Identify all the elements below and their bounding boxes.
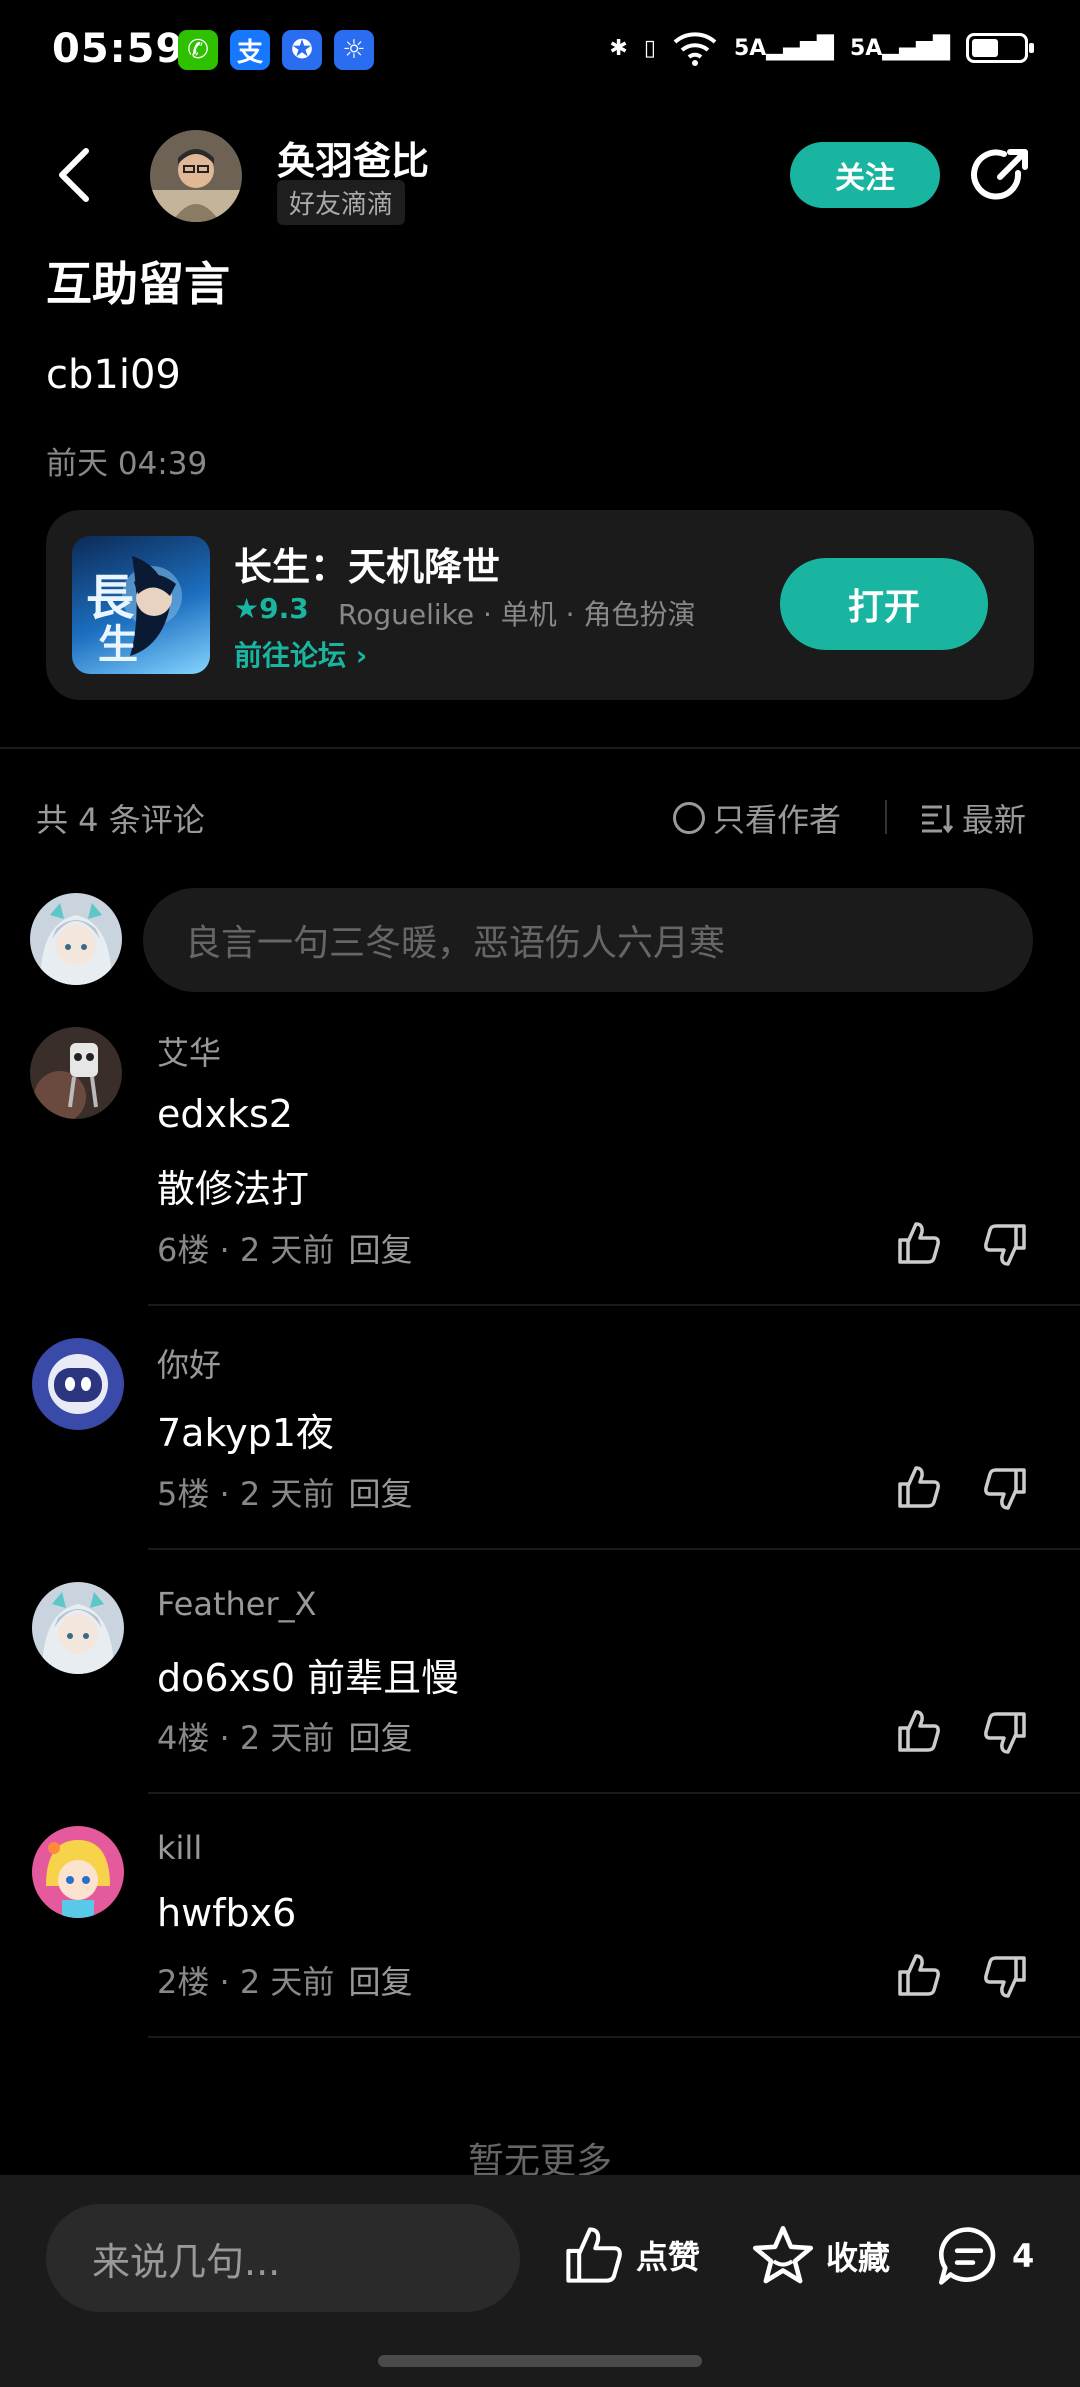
bottom-comment-input[interactable]: 来说几句... (46, 2204, 520, 2312)
sort-toggle[interactable]: 最新 (920, 795, 1026, 841)
bulb-app-icon: ☼ (334, 30, 374, 70)
comment-floor: 4楼 (157, 1719, 210, 1757)
battery-icon (966, 33, 1034, 63)
signal-2-icon: 5A▂▄▆█ (849, 35, 950, 61)
thumbs-down-icon[interactable] (982, 1466, 1028, 1512)
status-right: ✱ ▯ 5A▂▄▆█ 5A▂▄▆█ (609, 30, 1034, 66)
post-time: 前天 04:39 (46, 446, 208, 482)
comment-meta: 4楼 · 2 天前 回复 (157, 1719, 413, 1757)
only-author-label: 只看作者 (713, 801, 842, 839)
thumbs-down-icon[interactable] (982, 1954, 1028, 2000)
status-time: 05:59 (52, 26, 185, 72)
signal-1-icon: 5A▂▄▆█ (733, 35, 834, 61)
wechat-icon: ✆ (178, 30, 218, 70)
comment-divider (148, 1792, 1080, 1794)
svg-text:生: 生 (98, 621, 138, 668)
comment-user[interactable]: Feather_X (157, 1585, 317, 1623)
follow-button[interactable]: 关注 (790, 142, 940, 208)
reply-button[interactable]: 回复 (348, 1719, 412, 1757)
comment-text: edxks2 (157, 1092, 293, 1136)
forum-link[interactable]: 前往论坛 › (234, 634, 367, 674)
like-button[interactable]: 点赞 (562, 2224, 700, 2286)
section-divider (0, 747, 1080, 749)
favorite-button[interactable]: 收藏 (750, 2224, 890, 2288)
thumbs-up-icon[interactable] (896, 1708, 942, 1754)
sort-label: 最新 (962, 801, 1027, 839)
sort-icon (922, 805, 954, 833)
comment-time: 2 天前 (239, 1963, 335, 2001)
comment-user[interactable]: 你好 (157, 1340, 221, 1386)
comment-floor: 2楼 (157, 1963, 210, 2001)
back-arrow-icon[interactable] (52, 145, 98, 205)
svg-text:長: 長 (86, 570, 135, 626)
author-tag: 好友滴滴 (277, 180, 406, 225)
radio-circle-icon (673, 802, 705, 834)
comment-user[interactable]: kill (157, 1829, 202, 1867)
comment-divider (148, 1548, 1080, 1550)
thumbs-up-icon[interactable] (896, 1464, 942, 1510)
share-icon[interactable] (970, 145, 1032, 207)
thumbs-down-icon[interactable] (982, 1710, 1028, 1756)
game-name[interactable]: 长生：天机降世 (234, 536, 500, 591)
comment-user[interactable]: 艾华 (157, 1028, 221, 1074)
comment-divider (148, 2036, 1080, 2038)
comment-count-badge: 4 (1012, 2237, 1035, 2275)
comment-count: 共 4 条评论 (36, 801, 205, 839)
author-name[interactable]: 奂羽爸比 (277, 130, 429, 185)
comment-text: 散修法打 (157, 1167, 310, 1211)
comment-floor: 5楼 (157, 1475, 210, 1513)
author-avatar[interactable] (150, 130, 242, 222)
commenter-avatar[interactable] (32, 1338, 124, 1430)
status-bar: 05:59 ✆ 支 ✪ ☼ ✱ ▯ 5A▂▄▆█ 5A▂▄▆█ (0, 0, 1080, 110)
comments-button[interactable]: 4 (936, 2224, 1034, 2288)
commenter-avatar[interactable] (32, 1826, 124, 1918)
commenter-avatar[interactable] (32, 1582, 124, 1674)
comment-text: hwfbx6 (157, 1891, 297, 1935)
comment-text: do6xs0 前辈且慢 (157, 1656, 460, 1700)
comment-time: 2 天前 (239, 1231, 335, 1269)
thumbs-up-icon (566, 2227, 622, 2283)
comment-meta: 5楼 · 2 天前 回复 (157, 1475, 413, 1513)
thumbs-up-icon[interactable] (896, 1220, 942, 1266)
game-rating: ★9.3 (234, 592, 309, 625)
game-icon[interactable]: 長 生 (72, 536, 210, 674)
my-avatar[interactable] (30, 893, 122, 985)
favorite-label: 收藏 (826, 2239, 891, 2277)
header-separator (885, 800, 887, 834)
wifi-icon (673, 32, 717, 66)
game-tags: Roguelike · 单机 · 角色扮演 (338, 598, 696, 631)
vibrate-icon: ▯ (643, 35, 656, 61)
comment-bubble-icon (938, 2227, 996, 2285)
comment-meta: 6楼 · 2 天前 回复 (157, 1231, 413, 1269)
open-game-button[interactable]: 打开 (780, 558, 988, 650)
bluetooth-icon: ✱ (609, 35, 628, 61)
thumbs-down-icon[interactable] (982, 1222, 1028, 1268)
comment-meta: 2楼 · 2 天前 回复 (157, 1963, 413, 2001)
comment-input[interactable]: 良言一句三冬暖，恶语伤人六月寒 (143, 888, 1033, 992)
comment-time: 2 天前 (239, 1475, 335, 1513)
only-author-toggle[interactable]: 只看作者 (673, 795, 841, 841)
commenter-avatar[interactable] (30, 1027, 122, 1119)
thumbs-up-icon[interactable] (896, 1952, 942, 1998)
alipay-icon: 支 (230, 30, 270, 70)
comment-divider (148, 1304, 1080, 1306)
post-title: 互助留言 (46, 257, 230, 311)
reply-button[interactable]: 回复 (348, 1963, 412, 2001)
comment-floor: 6楼 (157, 1231, 210, 1269)
home-indicator[interactable] (378, 2355, 702, 2367)
like-label: 点赞 (636, 2238, 701, 2276)
star-icon (752, 2225, 814, 2284)
reply-button[interactable]: 回复 (348, 1231, 412, 1269)
comment-time: 2 天前 (239, 1719, 335, 1757)
shield-app-icon: ✪ (282, 30, 322, 70)
post-body: cb1i09 (46, 352, 181, 398)
reply-button[interactable]: 回复 (348, 1475, 412, 1513)
comment-text: 7akyp1夜 (157, 1411, 334, 1455)
